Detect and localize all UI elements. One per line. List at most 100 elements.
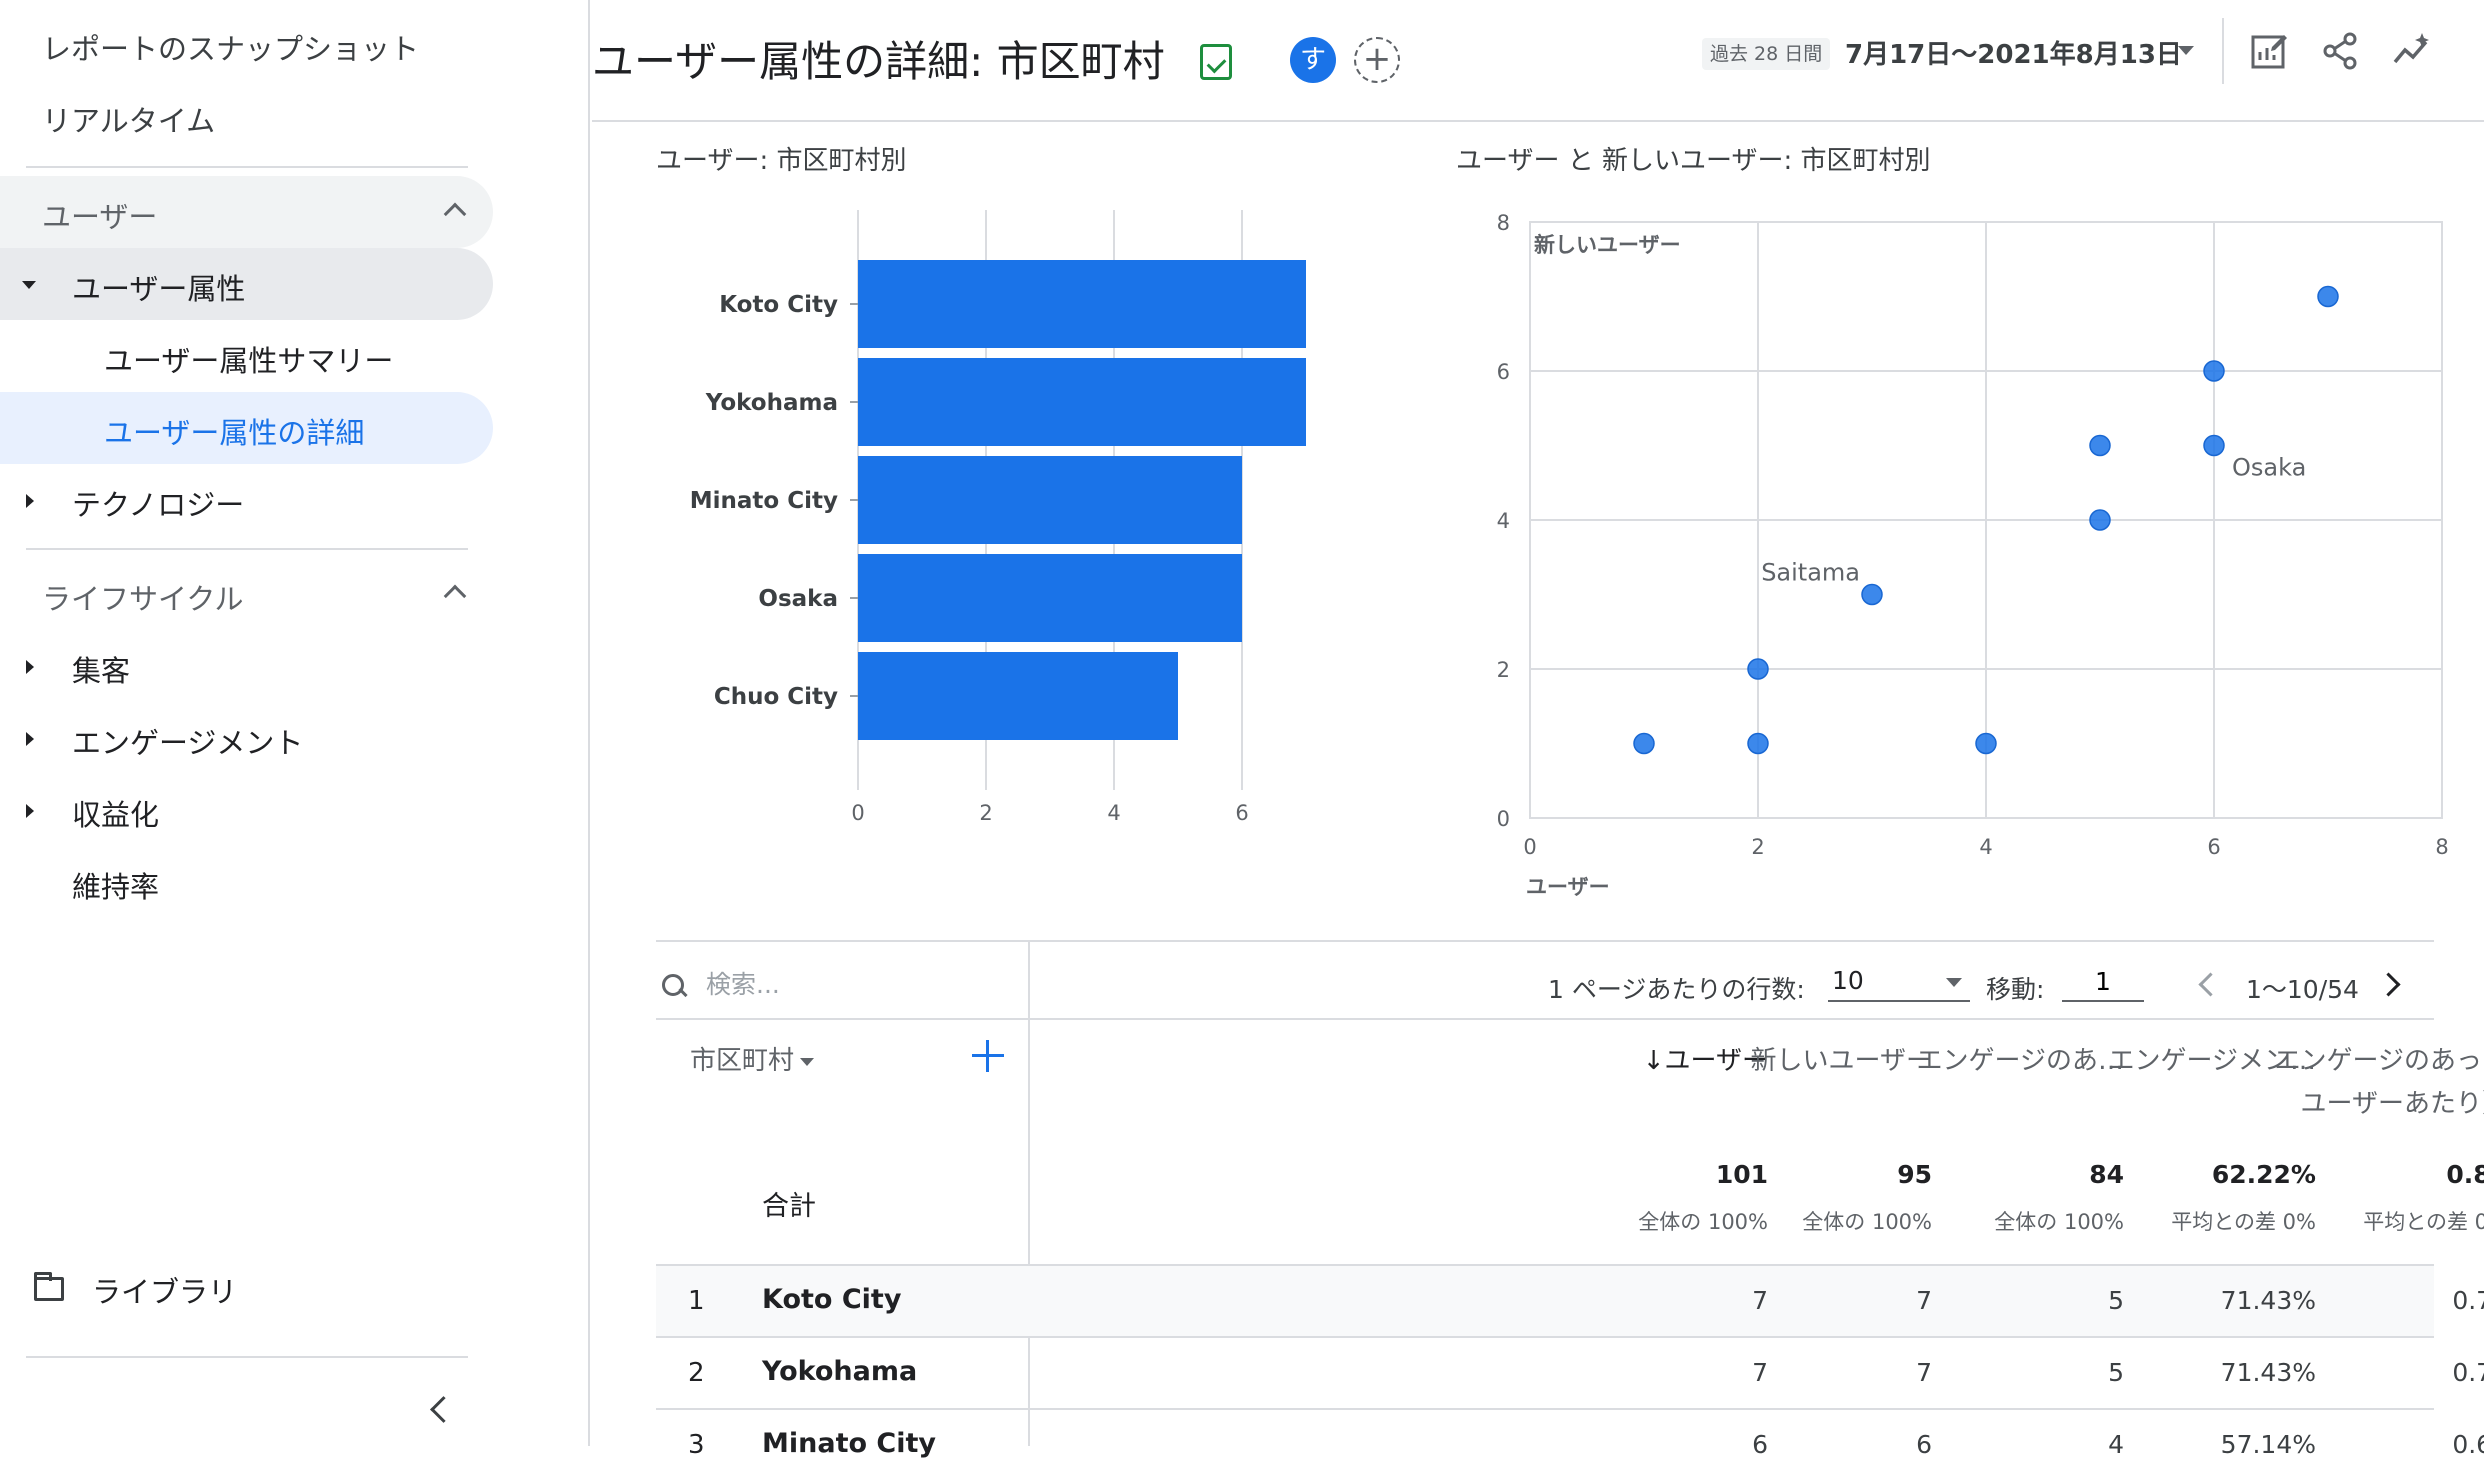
prev-page-button[interactable] [2194, 972, 2218, 996]
category-label: Chuo City [714, 684, 838, 710]
users-column-header[interactable]: ↓ユーザー [1643, 1040, 1768, 1077]
total-new-users: 95 [1897, 1160, 1932, 1189]
scatter-point [1861, 583, 1883, 606]
category-label: Koto City [719, 292, 838, 318]
category-label: Osaka [758, 586, 838, 612]
bar [858, 260, 1306, 348]
point-label: Osaka [2232, 454, 2306, 482]
nav-user-attributes-summary[interactable]: ユーザー属性サマリー [0, 320, 493, 392]
row-per-user: 0.71 [2452, 1358, 2484, 1387]
table-toolbar: 1 ページあたりの行数: 10 移動: 1〜10/54 [656, 940, 2434, 1020]
row-engaged: 5 [2108, 1358, 2124, 1387]
nav-reports-snapshot[interactable]: レポートのスナップショット [42, 26, 419, 68]
engaged-per-user-header-line1: エンゲージのあっ… [2274, 1046, 2484, 1076]
sidebar-divider [26, 1356, 468, 1358]
nav-user-attributes-detail[interactable]: ユーザー属性の詳細 [0, 392, 493, 464]
bar [858, 652, 1178, 740]
row-new-users: 6 [1916, 1430, 1932, 1459]
engaged-per-user-column-header[interactable]: エンゲージのあっ… ユーザーあたり） [2275, 1040, 2484, 1120]
page-range: 1〜10/54 [2246, 975, 2359, 1004]
caret-right-icon [26, 804, 34, 818]
nav-acquisition[interactable]: 集客 [0, 630, 493, 702]
dimension-column-header[interactable]: 市区町村 [690, 1040, 815, 1077]
section-user-header[interactable]: ユーザー [0, 176, 493, 248]
chevron-up-icon [443, 202, 467, 226]
nav-monetization[interactable]: 収益化 [0, 774, 493, 846]
share-icon[interactable] [2320, 30, 2362, 72]
report-check-icon[interactable] [1200, 44, 1232, 80]
table-row[interactable]: 2 Yokohama 7 7 5 71.43% 0.71 [656, 1336, 2484, 1408]
caret-down-icon [22, 281, 36, 289]
bar [858, 456, 1242, 544]
total-engaged-sub: 全体の 100% [1994, 1210, 2124, 1234]
scatter-point [2203, 360, 2225, 382]
search-input[interactable] [706, 964, 1006, 1004]
caret-right-icon [26, 494, 34, 508]
engaged-sessions-column-header[interactable]: エンゲージのあ… [1917, 1040, 2124, 1077]
caret-right-icon [26, 660, 34, 674]
row-engagement-rate: 57.14% [2220, 1430, 2316, 1459]
caret-down-icon[interactable] [2178, 46, 2194, 55]
chevron-up-icon [443, 584, 467, 608]
table-row[interactable]: 1 Koto City 7 7 5 71.43% 0.71 [656, 1264, 2484, 1336]
rows-per-page-select[interactable]: 10 [1828, 962, 1970, 1002]
point-label: Saitama [1761, 559, 1860, 587]
category-label: Yokohama [705, 390, 838, 416]
bar [858, 554, 1242, 642]
nav-user-attributes-summary-label: ユーザー属性サマリー [104, 344, 394, 378]
row-users: 7 [1752, 1358, 1768, 1387]
dimension-header-label: 市区町村 [690, 1046, 795, 1076]
nav-user-attributes[interactable]: ユーザー属性 [0, 248, 493, 320]
row-city: Koto City [762, 1284, 902, 1315]
sidebar: レポートのスナップショット リアルタイム ユーザー ユーザー属性 ユーザー属性サ… [0, 0, 590, 1446]
insights-icon[interactable] [2392, 30, 2434, 72]
y-tick-label: 6 [1497, 360, 1510, 384]
row-city: Yokohama [762, 1356, 918, 1387]
date-range-picker[interactable]: 7月17日〜2021年8月13日 [1845, 34, 2182, 71]
collapse-sidebar-button[interactable] [420, 1390, 460, 1430]
x-tick-label: 8 [2435, 835, 2448, 859]
x-tick-label: 4 [1979, 835, 1992, 859]
date-range-badge: 過去 28 日間 [1702, 38, 1831, 70]
x-tick-label: 6 [2207, 835, 2220, 859]
rows-per-page-value: 10 [1832, 966, 1864, 995]
table-row[interactable]: 3 Minato City 6 6 4 57.14% 0.67 [656, 1408, 2484, 1480]
section-lifecycle-header[interactable]: ライフサイクル [0, 558, 493, 630]
row-index: 1 [688, 1286, 705, 1316]
caret-down-icon [800, 1057, 815, 1066]
y-axis-label: 新しいユーザー [1534, 233, 1681, 257]
folder-icon [34, 1272, 64, 1301]
nav-user-attributes-label: ユーザー属性 [72, 272, 246, 306]
row-engagement-rate: 71.43% [2220, 1286, 2316, 1315]
y-tick-label: 8 [1497, 211, 1510, 235]
category-label: Minato City [690, 488, 838, 514]
add-comparison-button[interactable]: + [1354, 37, 1400, 83]
x-tick-label: 4 [1107, 801, 1120, 825]
y-tick-label: 0 [1497, 807, 1510, 831]
total-engagement-rate: 62.22% [2211, 1160, 2316, 1189]
nav-realtime[interactable]: リアルタイム [42, 98, 215, 140]
scatter-point [1633, 732, 1655, 755]
scatter-point [2317, 285, 2339, 308]
page-header: ユーザー属性の詳細: 市区町村 す + 過去 28 日間 7月17日〜2021年… [592, 0, 2484, 122]
scatter-chart-title: ユーザー と 新しいユーザー: 市区町村別 [1456, 146, 1931, 176]
bar [858, 358, 1306, 446]
x-tick-label: 0 [851, 801, 864, 825]
new-users-column-header[interactable]: 新しいユーザー [1751, 1040, 1932, 1077]
nav-library[interactable]: ライブラリ [34, 1265, 434, 1315]
row-engaged: 4 [2108, 1430, 2124, 1459]
scatter-point [2089, 509, 2111, 531]
scatter-point [2203, 434, 2225, 457]
total-users: 101 [1715, 1160, 1768, 1189]
section-user-label: ユーザー [42, 200, 158, 234]
next-page-button[interactable] [2380, 972, 2404, 996]
customize-report-icon[interactable] [2248, 30, 2290, 72]
nav-technology[interactable]: テクノロジー [0, 464, 493, 536]
scatter-point [1975, 732, 1997, 755]
comparison-avatar[interactable]: す [1290, 37, 1336, 83]
row-engaged: 5 [2108, 1286, 2124, 1315]
nav-retention[interactable]: 維持率 [0, 846, 493, 918]
nav-engagement[interactable]: エンゲージメント [0, 702, 493, 774]
goto-page-input[interactable] [2062, 962, 2144, 1002]
add-dimension-button[interactable] [968, 1036, 1008, 1076]
